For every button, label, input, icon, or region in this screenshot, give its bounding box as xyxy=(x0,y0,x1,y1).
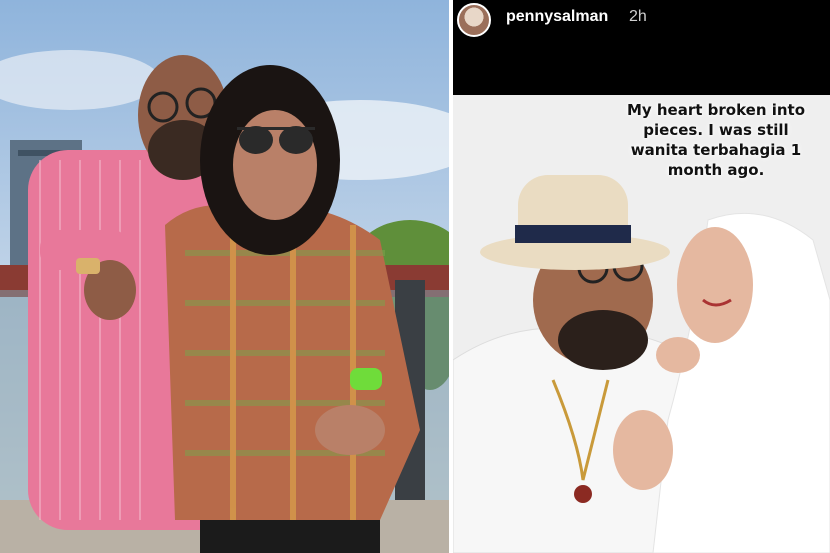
couple-photo-illustration xyxy=(0,0,449,553)
instagram-story: pennysalman 2h My heart broken into piec… xyxy=(453,0,830,553)
story-username[interactable]: pennysalman xyxy=(506,8,608,26)
story-timestamp: 2h xyxy=(629,8,647,25)
profile-avatar-icon[interactable] xyxy=(457,3,491,37)
couple-photo xyxy=(0,0,449,553)
story-header: pennysalman 2h xyxy=(453,0,830,95)
story-caption: My heart broken into pieces. I was still… xyxy=(626,101,806,179)
